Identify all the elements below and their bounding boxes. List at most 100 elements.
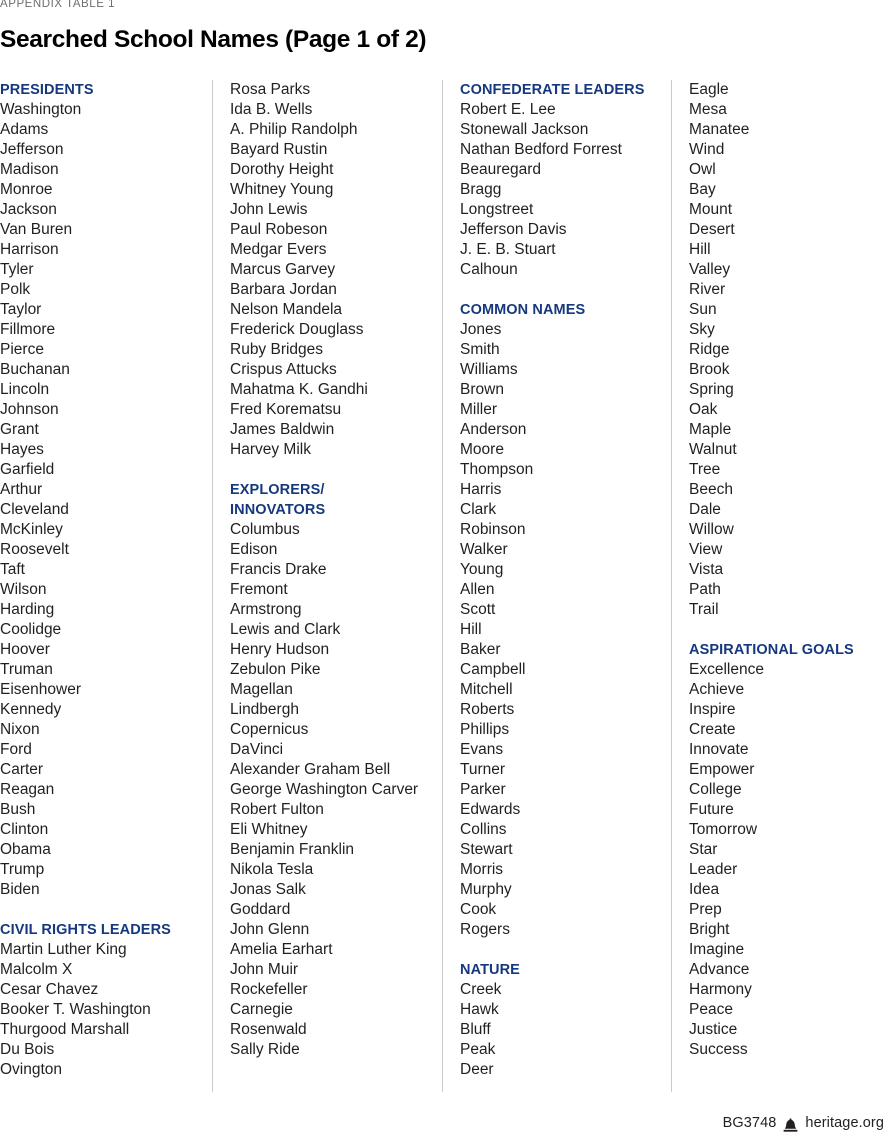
name-item: Phillips [460, 721, 510, 738]
name-item: Path [689, 581, 721, 598]
name-item: Vista [689, 561, 724, 578]
name-item: McKinley [0, 521, 63, 538]
name-group: NATURE Creek Hawk Bluff Peak Deer [460, 960, 671, 1080]
name-item: Taylor [0, 301, 42, 318]
name-item: Jonas Salk [230, 881, 306, 898]
name-item: Paul Robeson [230, 221, 328, 238]
name-item: Robert Fulton [230, 801, 324, 818]
name-item: Ruby Bridges [230, 341, 324, 358]
name-item: Rogers [460, 921, 510, 938]
name-item: Smith [460, 341, 500, 358]
appendix-table-eyebrow: APPENDIX TABLE 1 [0, 0, 116, 10]
name-item: Lincoln [0, 381, 50, 398]
name-item: Francis Drake [230, 561, 327, 578]
name-group: ASPIRATIONAL GOALS Excellence Achieve Inspi… [689, 640, 884, 1060]
name-item: Benjamin Franklin [230, 841, 355, 858]
name-item: Dorothy Height [230, 161, 334, 178]
name-item: Barbara Jordan [230, 281, 337, 298]
name-item: Justice [689, 1021, 738, 1038]
name-group: PRESIDENTS Washington Adams Jefferson Madiso… [0, 80, 202, 900]
name-item: Stonewall Jackson [460, 121, 589, 138]
name-item: Morris [460, 861, 504, 878]
name-item: Jackson [0, 201, 57, 218]
name-item: Moore [460, 441, 504, 458]
name-item: Hoover [0, 641, 50, 658]
name-item: Roberts [460, 701, 515, 718]
group-heading: EXPLORERS/ [230, 482, 325, 498]
name-item: Marcus Garvey [230, 261, 336, 278]
name-item: Jones [460, 321, 502, 338]
name-item: Polk [0, 281, 31, 298]
name-item: Ridge [689, 341, 730, 358]
name-item: Star [689, 841, 718, 858]
name-item: Mitchell [460, 681, 513, 698]
name-item: Whitney Young [230, 181, 334, 198]
name-item: Scott [460, 601, 496, 618]
name-item: Bluff [460, 1021, 491, 1038]
name-item: Turner [460, 761, 506, 778]
name-item: Obama [0, 841, 51, 858]
name-group: CONFEDERATE LEADERS Robert E. Lee Stonewal… [460, 80, 671, 280]
name-item: Adams [0, 121, 49, 138]
name-item: River [689, 281, 726, 298]
name-item: Clark [460, 501, 497, 518]
name-item: Manatee [689, 121, 750, 138]
name-item: Eli Whitney [230, 821, 308, 838]
name-item: Nathan Bedford Forrest [460, 141, 622, 158]
page-footer: BG3748 heritage.org [723, 1115, 884, 1132]
name-item: Rosa Parks [230, 81, 311, 98]
name-item: Desert [689, 221, 735, 238]
name-item: Crispus Attucks [230, 361, 337, 378]
name-item: Thurgood Marshall [0, 1021, 130, 1038]
name-column-3: Eagle Mesa Manatee Wind Owl Bay Mount Desert Hil… [671, 80, 884, 1092]
name-item: Goddard [230, 901, 291, 918]
name-item: Bright [689, 921, 730, 938]
name-item: John Muir [230, 961, 299, 978]
name-item: Jefferson Davis [460, 221, 567, 238]
group-heading: CONFEDERATE LEADERS [460, 82, 645, 98]
name-item: Cesar Chavez [0, 981, 99, 998]
name-item: Hill [460, 621, 482, 638]
name-item: Biden [0, 881, 40, 898]
name-item: Bragg [460, 181, 502, 198]
name-item: Empower [689, 761, 755, 778]
name-item: Murphy [460, 881, 512, 898]
site-url: heritage.org [805, 1115, 884, 1131]
name-item: Bay [689, 181, 716, 198]
name-item: George Washington Carver [230, 781, 419, 798]
name-item: A. Philip Randolph [230, 121, 358, 138]
name-item: Alexander Graham Bell [230, 761, 391, 778]
name-item: Bayard Rustin [230, 141, 328, 158]
name-item: Reagan [0, 781, 55, 798]
name-item: Robert E. Lee [460, 101, 556, 118]
name-item: Edison [230, 541, 278, 558]
name-item: Tree [689, 461, 721, 478]
name-group: CIVIL RIGHTS LEADERS Martin Luther King Ma… [0, 920, 202, 1080]
name-item: Walnut [689, 441, 737, 458]
name-item: Williams [460, 361, 518, 378]
name-item: Jefferson [0, 141, 64, 158]
name-item: Deer [460, 1061, 494, 1078]
name-item: Lewis and Clark [230, 621, 341, 638]
name-item: Henry Hudson [230, 641, 330, 658]
name-item: Edwards [460, 801, 521, 818]
name-item: Innovate [689, 741, 749, 758]
name-item: Kennedy [0, 701, 62, 718]
name-item: Mahatma K. Gandhi [230, 381, 368, 398]
name-item: Ford [0, 741, 32, 758]
name-item: College [689, 781, 742, 798]
name-item: Van Buren [0, 221, 73, 238]
name-column-0: PRESIDENTS Washington Adams Jefferson Madiso… [0, 80, 212, 1092]
name-item: Washington [0, 101, 82, 118]
name-item: Nixon [0, 721, 40, 738]
name-item: Spring [689, 381, 734, 398]
name-item: Evans [460, 741, 504, 758]
name-item: Excellence [689, 661, 764, 678]
name-item: Prep [689, 901, 722, 918]
name-item: Eisenhower [0, 681, 81, 698]
name-item: Cook [460, 901, 497, 918]
